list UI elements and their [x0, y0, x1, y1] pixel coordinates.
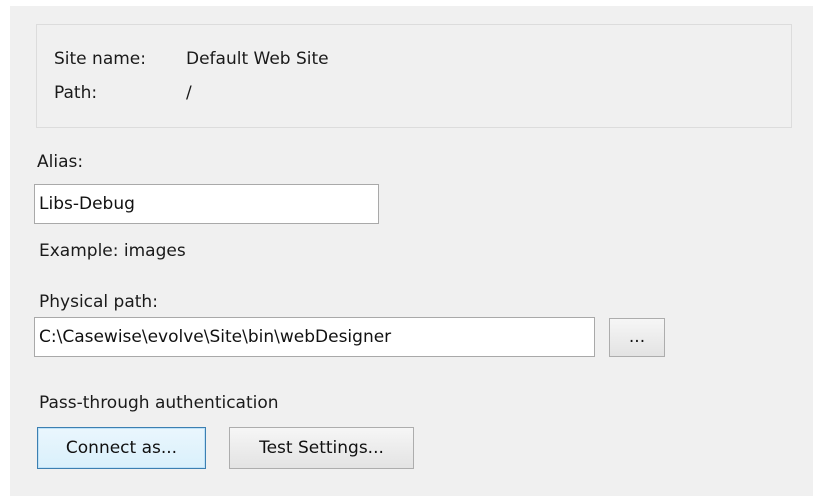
alias-label: Alias: [37, 152, 84, 172]
test-settings-button[interactable]: Test Settings... [229, 427, 414, 469]
path-value: / [186, 83, 192, 103]
alias-example-text: Example: images [39, 241, 186, 261]
path-label: Path: [54, 83, 98, 103]
physical-path-input[interactable]: C:\Casewise\evolve\Site\bin\webDesigner [34, 317, 595, 357]
add-virtual-directory-dialog: Site name: Default Web Site Path: / Alia… [0, 0, 813, 496]
pass-through-authentication-label: Pass-through authentication [39, 393, 279, 413]
browse-button[interactable]: ... [609, 318, 665, 357]
site-name-value: Default Web Site [186, 49, 329, 69]
alias-input[interactable]: Libs-Debug [34, 184, 379, 224]
site-info-panel: Site name: Default Web Site Path: / [36, 24, 792, 128]
site-name-label: Site name: [54, 49, 146, 69]
physical-path-label: Physical path: [39, 292, 158, 312]
connect-as-button[interactable]: Connect as... [37, 427, 206, 469]
left-margin [0, 0, 10, 496]
top-margin [0, 0, 813, 6]
